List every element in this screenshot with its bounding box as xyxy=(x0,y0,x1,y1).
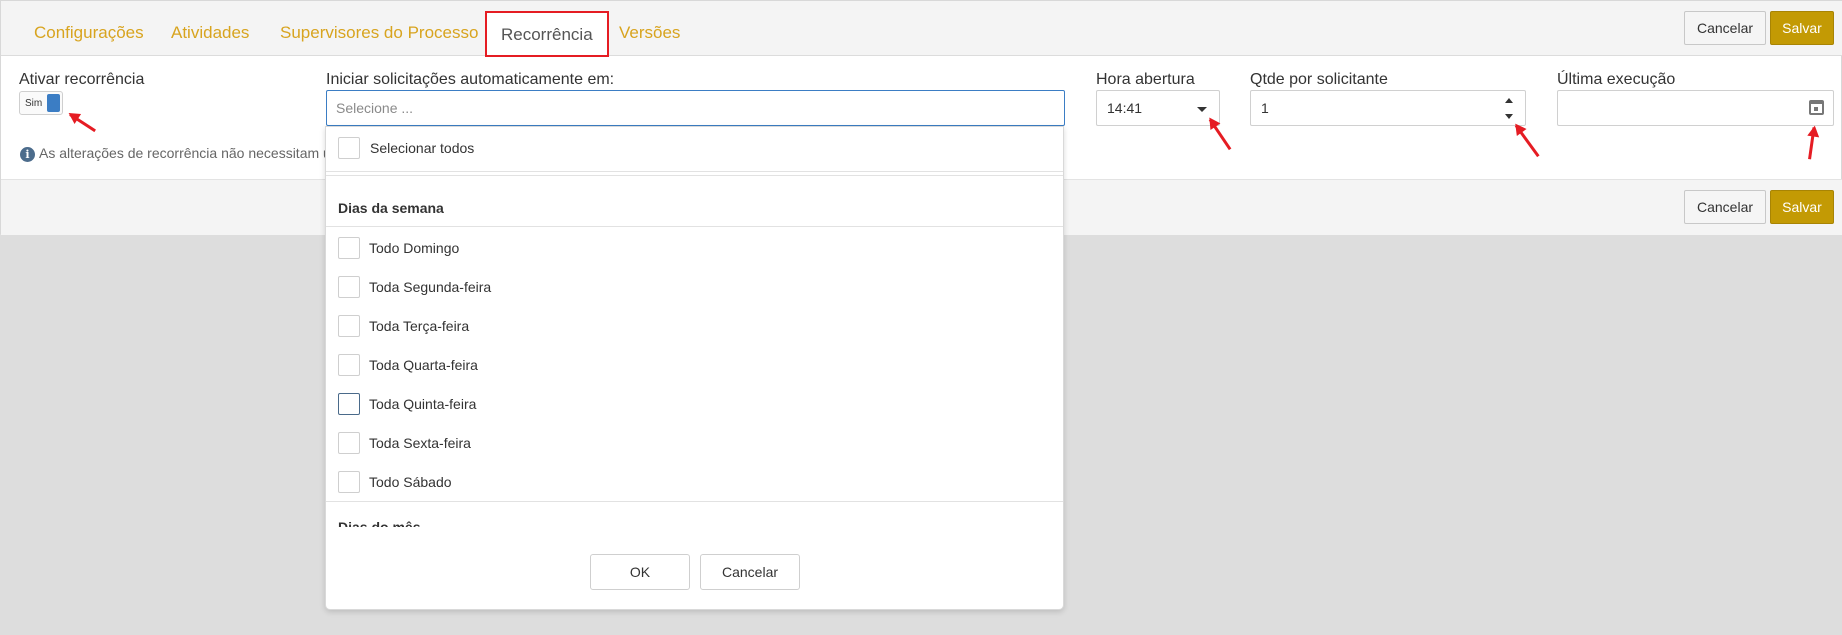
select-all-checkbox[interactable] xyxy=(338,137,360,159)
header-save-button[interactable]: Salvar xyxy=(1770,11,1834,45)
tab-bar: Configurações Atividades Supervisores do… xyxy=(1,1,1842,57)
qtde-stepper[interactable]: 1 xyxy=(1250,90,1526,126)
caret-down-icon xyxy=(1197,107,1207,112)
spin-down-icon[interactable] xyxy=(1505,114,1513,119)
day-label: Toda Quarta-feira xyxy=(369,357,478,373)
day-label: Todo Domingo xyxy=(369,240,460,256)
footer-cancel-button[interactable]: Cancelar xyxy=(1684,190,1766,224)
dropdown-divider xyxy=(326,226,1063,227)
day-checkbox[interactable] xyxy=(338,276,360,298)
day-checkbox[interactable] xyxy=(338,432,360,454)
day-checkbox[interactable] xyxy=(338,471,360,493)
days-multiselect[interactable]: Selecione ... xyxy=(326,90,1065,126)
info-icon: i xyxy=(20,147,35,162)
ultima-execucao-datepicker[interactable] xyxy=(1557,90,1834,126)
dropdown-divider xyxy=(326,171,1063,172)
group-clip: Dias do mês xyxy=(326,502,1063,527)
day-checkbox[interactable] xyxy=(338,393,360,415)
group-dias-semana: Dias da semana xyxy=(338,200,444,216)
footer-save-button[interactable]: Salvar xyxy=(1770,190,1834,224)
day-label: Toda Segunda-feira xyxy=(369,279,492,295)
info-text: As alterações de recorrência não necessi… xyxy=(39,145,336,161)
tab-configuracoes[interactable]: Configurações xyxy=(34,23,144,43)
toggle-knob xyxy=(47,94,60,112)
spin-up-icon[interactable] xyxy=(1505,98,1513,103)
hora-abertura-label: Hora abertura xyxy=(1096,71,1195,88)
info-message: i As alterações de recorrência não necess… xyxy=(20,145,335,162)
tab-recorrencia[interactable]: Recorrência xyxy=(485,11,609,57)
dropdown-divider xyxy=(326,175,1063,176)
ativar-recorrencia-label: Ativar recorrência xyxy=(19,71,145,88)
day-label: Toda Quinta-feira xyxy=(369,396,477,412)
tab-atividades[interactable]: Atividades xyxy=(171,23,249,43)
hora-abertura-select[interactable]: 14:41 xyxy=(1096,90,1220,126)
qtde-label: Qtde por solicitante xyxy=(1250,71,1388,88)
hora-abertura-value: 14:41 xyxy=(1107,100,1143,116)
day-label: Toda Terça-feira xyxy=(369,318,470,334)
days-dropdown: Selecionar todos Dias da semana Todo Dom… xyxy=(325,126,1064,610)
day-checkbox[interactable] xyxy=(338,354,360,376)
day-label: Todo Sábado xyxy=(369,474,452,490)
group-dias-mes: Dias do mês xyxy=(338,519,421,527)
tab-supervisores[interactable]: Supervisores do Processo xyxy=(280,23,478,43)
recurrence-toggle[interactable]: Sim xyxy=(19,91,63,115)
qtde-value: 1 xyxy=(1261,100,1269,116)
iniciar-label: Iniciar solicitações automaticamente em: xyxy=(326,71,615,88)
dropdown-ok-button[interactable]: OK xyxy=(590,554,690,590)
tab-versoes[interactable]: Versões xyxy=(619,23,680,43)
header-cancel-button[interactable]: Cancelar xyxy=(1684,11,1766,45)
day-checkbox[interactable] xyxy=(338,315,360,337)
day-label: Toda Sexta-feira xyxy=(369,435,471,451)
ultima-execucao-label: Última execução xyxy=(1557,71,1676,88)
day-checkbox[interactable] xyxy=(338,237,360,259)
toggle-text: Sim xyxy=(25,98,43,109)
select-all-label: Selecionar todos xyxy=(370,140,475,156)
calendar-icon[interactable] xyxy=(1809,100,1824,115)
dropdown-cancel-button[interactable]: Cancelar xyxy=(700,554,800,590)
